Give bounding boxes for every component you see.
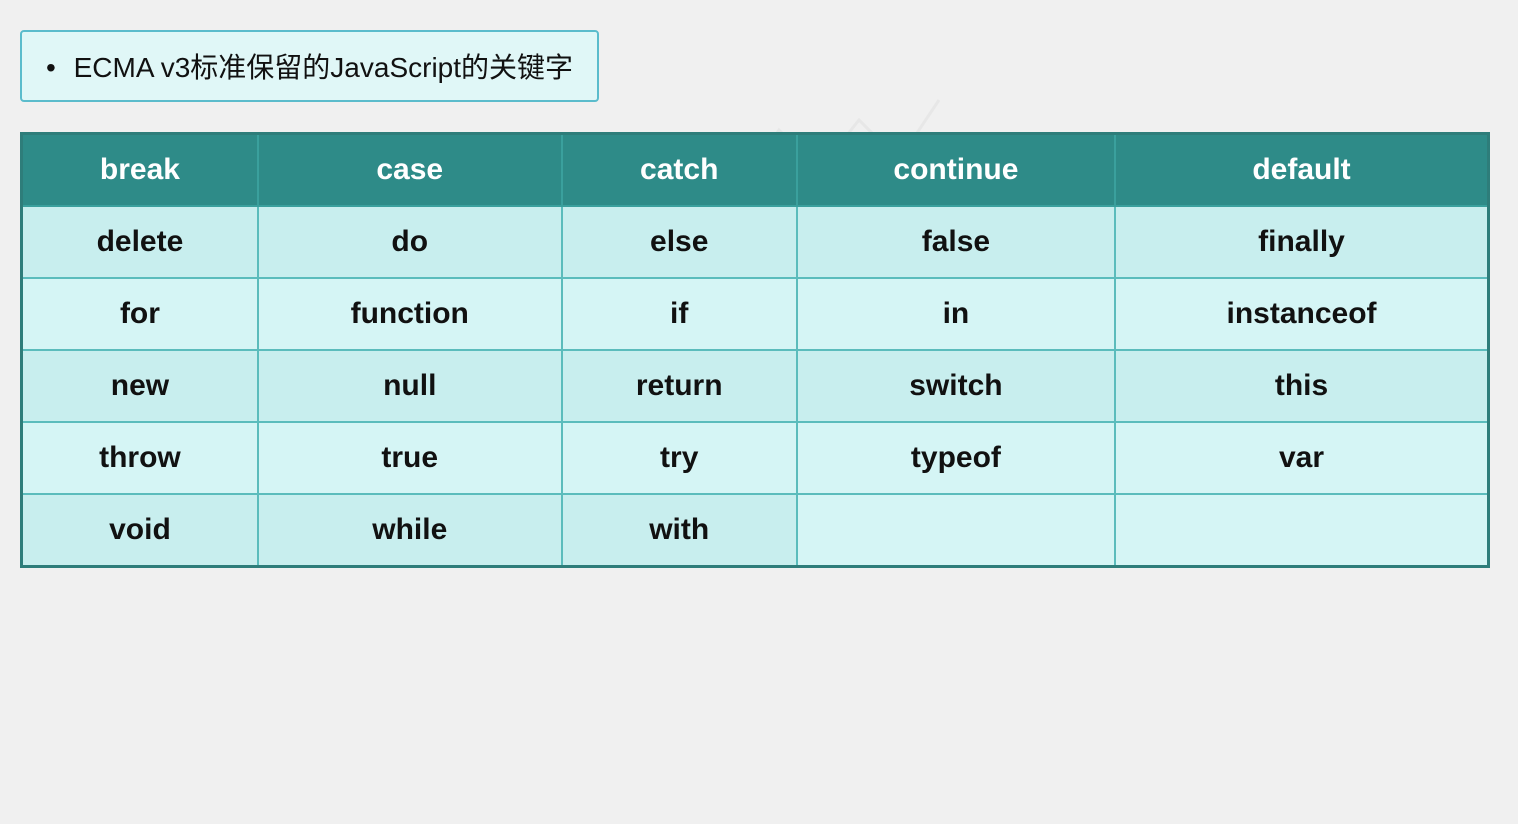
cell-do: do — [258, 206, 562, 278]
header-default: default — [1115, 134, 1488, 207]
table-row: throw true try typeof var — [22, 422, 1489, 494]
cell-null: null — [258, 350, 562, 422]
cell-if: if — [562, 278, 797, 350]
cell-delete: delete — [22, 206, 258, 278]
header-box: • ECMA v3标准保留的JavaScript的关键字 — [20, 30, 599, 102]
cell-function: function — [258, 278, 562, 350]
cell-false: false — [797, 206, 1115, 278]
cell-with: with — [562, 494, 797, 567]
cell-in: in — [797, 278, 1115, 350]
keywords-table-container: break case catch continue default delete… — [20, 132, 1490, 568]
cell-empty-1 — [797, 494, 1115, 567]
cell-var: var — [1115, 422, 1488, 494]
cell-typeof: typeof — [797, 422, 1115, 494]
cell-return: return — [562, 350, 797, 422]
table-row: for function if in instanceof — [22, 278, 1489, 350]
cell-else: else — [562, 206, 797, 278]
table-header-row: break case catch continue default — [22, 134, 1489, 207]
cell-finally: finally — [1115, 206, 1488, 278]
cell-switch: switch — [797, 350, 1115, 422]
header-break: break — [22, 134, 258, 207]
cell-throw: throw — [22, 422, 258, 494]
header-continue: continue — [797, 134, 1115, 207]
cell-this: this — [1115, 350, 1488, 422]
header-description: ECMA v3标准保留的JavaScript的关键字 — [74, 52, 573, 83]
cell-while: while — [258, 494, 562, 567]
cell-void: void — [22, 494, 258, 567]
cell-try: try — [562, 422, 797, 494]
cell-empty-2 — [1115, 494, 1488, 567]
cell-new: new — [22, 350, 258, 422]
cell-true: true — [258, 422, 562, 494]
header-text: • ECMA v3标准保留的JavaScript的关键字 — [46, 52, 573, 83]
table-row: void while with — [22, 494, 1489, 567]
header-catch: catch — [562, 134, 797, 207]
keywords-table: break case catch continue default delete… — [20, 132, 1490, 568]
header-case: case — [258, 134, 562, 207]
header-bullet: • — [46, 52, 56, 83]
table-row: new null return switch this — [22, 350, 1489, 422]
cell-for: for — [22, 278, 258, 350]
table-row: delete do else false finally — [22, 206, 1489, 278]
cell-instanceof: instanceof — [1115, 278, 1488, 350]
